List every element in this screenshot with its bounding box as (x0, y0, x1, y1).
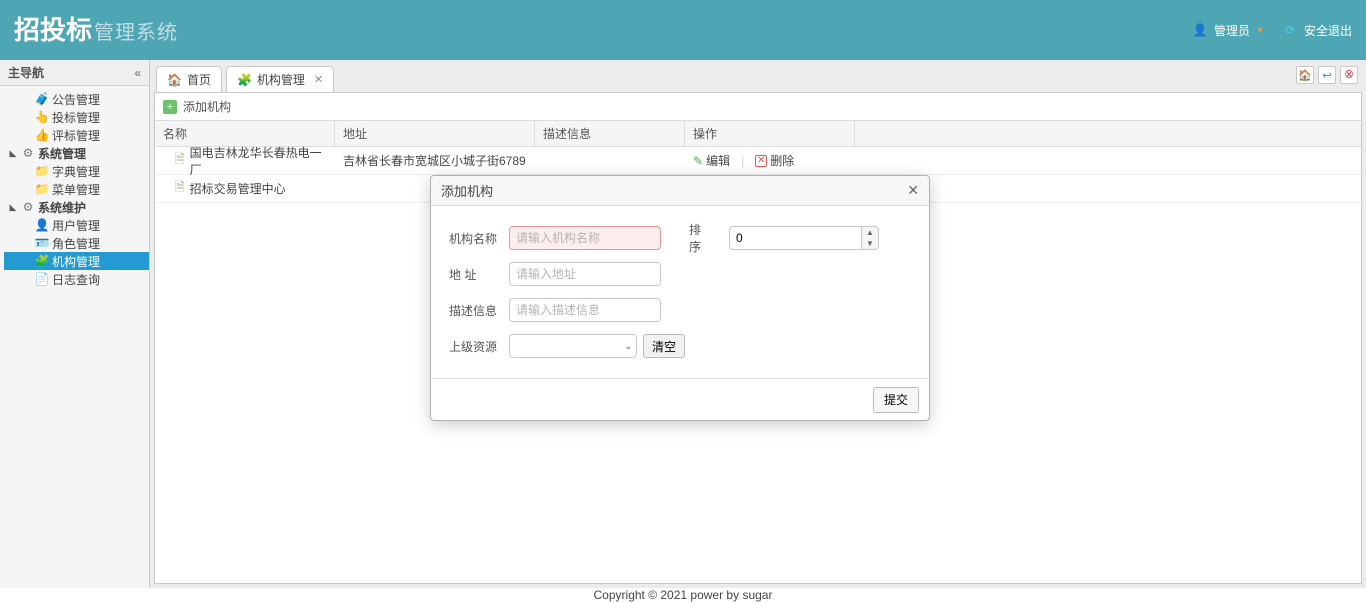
chevron-down-icon: ⌄ (624, 341, 632, 352)
delete-icon: ✕ (755, 155, 767, 167)
document-icon: 📄 (34, 271, 50, 287)
nav-review[interactable]: 👍评标管理 (4, 126, 149, 144)
gear-icon: ⚙ (20, 145, 36, 161)
org-icon: 🧩 (34, 253, 50, 269)
logout-label: 安全退出 (1304, 22, 1352, 39)
user-label: 管理员 (1214, 22, 1250, 39)
chevron-down-icon: ▼ (1256, 26, 1264, 35)
submit-button[interactable]: 提交 (873, 387, 919, 413)
spin-down-icon[interactable]: ▼ (862, 238, 878, 249)
desc-input[interactable] (509, 298, 661, 322)
gear-icon: ⚙ (20, 199, 36, 215)
close-icon[interactable]: ✕ (907, 182, 919, 199)
expand-icon[interactable]: ◣ (8, 202, 18, 213)
tab-tools: 🏠 ↩ ⮿ (1296, 66, 1358, 84)
dialog-footer: 提交 (431, 378, 929, 420)
logo-big: 招投标 (14, 0, 92, 60)
sidebar: 主导航 « 🧳公告管理 👆投标管理 👍评标管理 ◣⚙系统管理 📁字典管理 📁菜单… (0, 60, 150, 588)
briefcase-icon: 🧳 (34, 91, 50, 107)
grid-header: 名称 地址 描述信息 操作 (155, 121, 1361, 147)
label-org-name: 机构名称 (449, 230, 509, 247)
tab-org[interactable]: 🧩机构管理✕ (226, 66, 334, 92)
col-name[interactable]: 名称 (155, 121, 335, 146)
folder-icon: 📁 (34, 181, 50, 197)
file-icon: 🗎 (175, 178, 185, 199)
expand-icon[interactable]: ◣ (8, 148, 18, 159)
tab-home[interactable]: 🏠首页 (156, 66, 222, 92)
add-org-button[interactable]: 添加机构 (183, 98, 231, 115)
tool-back-icon[interactable]: ↩ (1318, 66, 1336, 84)
top-bar: 招投标 管理系统 👤 管理员 ▼ ⟳ 安全退出 (0, 0, 1366, 60)
col-op[interactable]: 操作 (685, 121, 855, 146)
nav-log-query[interactable]: 📄日志查询 (4, 270, 149, 288)
nav-role-mgmt[interactable]: 🪪角色管理 (4, 234, 149, 252)
nav-menu[interactable]: 📁菜单管理 (4, 180, 149, 198)
org-name-input[interactable] (509, 226, 661, 250)
user-icon: 👤 (1192, 22, 1208, 38)
order-spinner[interactable]: ▲▼ (729, 226, 879, 250)
nav-org-mgmt[interactable]: 🧩机构管理 (4, 252, 149, 270)
dialog-header[interactable]: 添加机构 ✕ (431, 176, 929, 206)
sidebar-title: 主导航 (8, 60, 44, 86)
label-parent: 上级资源 (449, 338, 509, 355)
file-icon: 🗎 (175, 150, 185, 171)
nav-announce[interactable]: 🧳公告管理 (4, 90, 149, 108)
parent-combo[interactable]: ⌄ (509, 334, 637, 358)
delete-button[interactable]: ✕删除 (755, 152, 794, 169)
org-icon: 🧩 (237, 73, 252, 87)
top-right: 👤 管理员 ▼ ⟳ 安全退出 (1192, 22, 1352, 39)
logo-small: 管理系统 (94, 16, 178, 45)
tab-bar: 🏠首页 🧩机构管理✕ 🏠 ↩ ⮿ (154, 64, 1362, 92)
nav-tree: 🧳公告管理 👆投标管理 👍评标管理 ◣⚙系统管理 📁字典管理 📁菜单管理 ◣⚙系… (0, 86, 149, 288)
nav-sys-maint[interactable]: ◣⚙系统维护 (4, 198, 149, 216)
nav-dict[interactable]: 📁字典管理 (4, 162, 149, 180)
user-menu[interactable]: 👤 管理员 ▼ (1192, 22, 1264, 39)
label-addr: 地 址 (449, 266, 509, 283)
add-icon: + (163, 100, 177, 114)
pencil-icon: ✎ (693, 154, 703, 168)
thumb-icon: 👍 (34, 127, 50, 143)
nav-user-mgmt[interactable]: 👤用户管理 (4, 216, 149, 234)
footer: Copyright © 2021 power by sugar (0, 588, 1366, 603)
label-desc: 描述信息 (449, 302, 509, 319)
home-icon: 🏠 (167, 73, 182, 87)
nav-sys-mgmt[interactable]: ◣⚙系统管理 (4, 144, 149, 162)
dialog-body: 机构名称 排 序 ▲▼ 地 址 描述信息 上级资源 ⌄ 清空 (431, 206, 929, 378)
table-row[interactable]: 🗎国电吉林龙华长春热电一厂 吉林省长春市宽城区小城子街6789 ✎编辑 | ✕删… (155, 147, 1361, 175)
spin-up-icon[interactable]: ▲ (862, 227, 878, 238)
folder-icon: 📁 (34, 163, 50, 179)
add-org-dialog: 添加机构 ✕ 机构名称 排 序 ▲▼ 地 址 描述信息 上级资源 ⌄ 清空 (430, 175, 930, 421)
edit-button[interactable]: ✎编辑 (693, 152, 730, 169)
clear-button[interactable]: 清空 (643, 334, 685, 358)
collapse-icon[interactable]: « (134, 60, 141, 86)
col-desc[interactable]: 描述信息 (535, 121, 685, 146)
sidebar-title-bar: 主导航 « (0, 60, 149, 86)
toolbar: + 添加机构 (155, 93, 1361, 121)
logout-link[interactable]: ⟳ 安全退出 (1282, 22, 1352, 39)
dialog-title: 添加机构 (441, 181, 493, 200)
card-icon: 🪪 (34, 235, 50, 251)
addr-input[interactable] (509, 262, 661, 286)
hand-icon: 👆 (34, 109, 50, 125)
col-addr[interactable]: 地址 (335, 121, 535, 146)
tool-close-all-icon[interactable]: ⮿ (1340, 66, 1358, 84)
nav-bid[interactable]: 👆投标管理 (4, 108, 149, 126)
user-icon: 👤 (34, 217, 50, 233)
order-input[interactable] (729, 226, 861, 250)
label-order: 排 序 (689, 221, 729, 255)
tool-home-icon[interactable]: 🏠 (1296, 66, 1314, 84)
close-icon[interactable]: ✕ (314, 73, 323, 86)
logout-icon: ⟳ (1282, 22, 1298, 38)
